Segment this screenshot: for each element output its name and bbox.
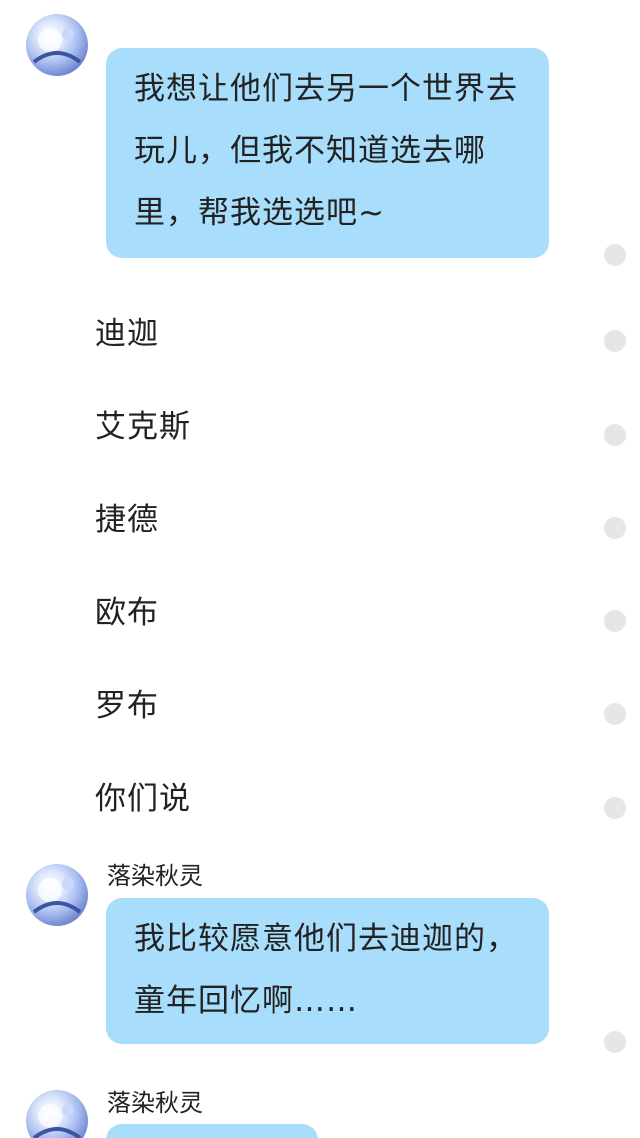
message-text: 我想让他们去另一个世界去玩儿，但我不知道选去哪里，帮我选选吧~ <box>134 71 518 231</box>
message-bubble[interactable] <box>106 1124 318 1138</box>
plain-message[interactable]: 捷德 <box>95 494 159 539</box>
sender-name: 落染秋灵 <box>107 862 203 890</box>
avatar[interactable] <box>26 1090 88 1138</box>
read-status-dot <box>604 330 626 352</box>
plain-message[interactable]: 欧布 <box>95 587 159 632</box>
read-status-dot <box>604 244 626 266</box>
plain-message[interactable]: 艾克斯 <box>95 401 191 446</box>
read-status-dot <box>604 703 626 725</box>
plain-message[interactable]: 你们说 <box>95 773 191 818</box>
sender-name: 落染秋灵 <box>107 1089 203 1117</box>
chat-screen: 我想让他们去另一个世界去玩儿，但我不知道选去哪里，帮我选选吧~ 迪迦 艾克斯 捷… <box>0 0 640 1138</box>
read-status-dot <box>604 797 626 819</box>
read-status-dot <box>604 1031 626 1053</box>
plain-message[interactable]: 迪迦 <box>95 308 159 353</box>
message-bubble[interactable]: 我比较愿意他们去迪迦的，童年回忆啊…… <box>106 898 549 1044</box>
read-status-dot <box>604 424 626 446</box>
message-bubble[interactable]: 我想让他们去另一个世界去玩儿，但我不知道选去哪里，帮我选选吧~ <box>106 48 549 258</box>
plain-message[interactable]: 罗布 <box>95 680 159 725</box>
avatar[interactable] <box>26 864 88 926</box>
read-status-dot <box>604 517 626 539</box>
read-status-dot <box>604 610 626 632</box>
avatar[interactable] <box>26 14 88 76</box>
message-text: 我比较愿意他们去迪迦的，童年回忆啊…… <box>134 921 518 1019</box>
